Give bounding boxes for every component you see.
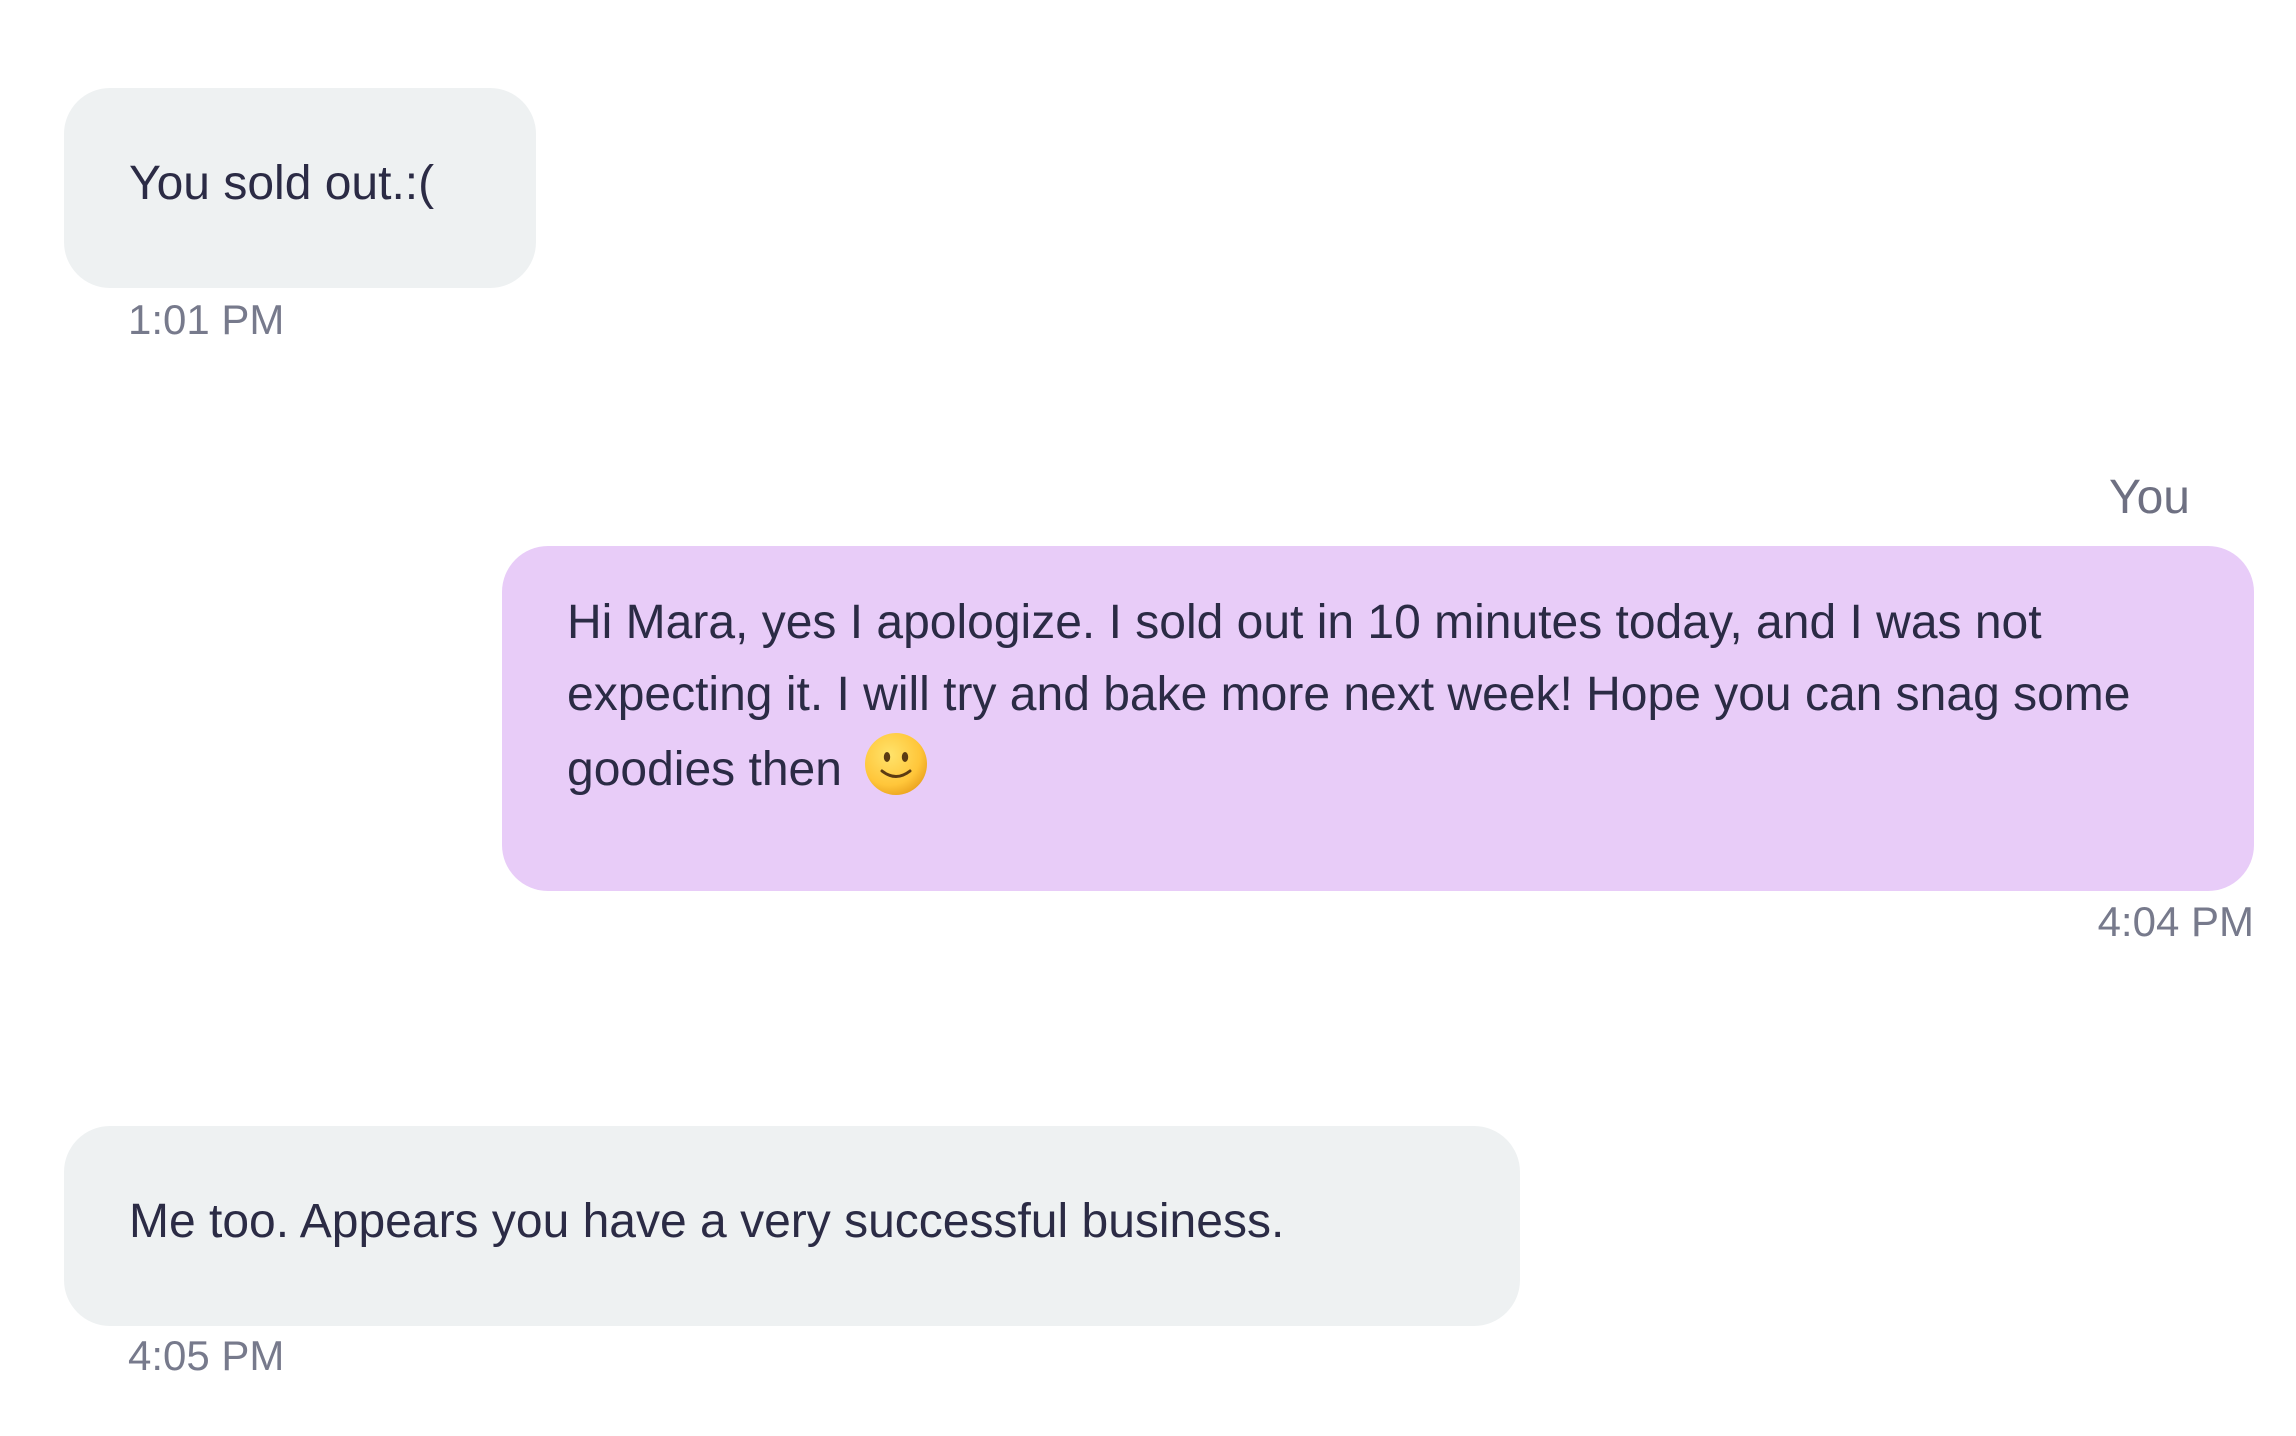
message-timestamp: 4:05 PM [128,1332,285,1379]
incoming-message-bubble[interactable]: You sold out.:( [64,88,536,288]
slightly-smiling-face-icon [863,731,929,818]
message-text: Hi Mara, yes I apologize. I sold out in … [567,596,2131,796]
outgoing-message-bubble[interactable]: Hi Mara, yes I apologize. I sold out in … [502,546,2254,891]
incoming-message-bubble[interactable]: Me too. Appears you have a very successf… [64,1126,1520,1326]
sender-label: You [2109,471,2190,524]
message-timestamp: 1:01 PM [128,296,285,343]
message-text: Me too. Appears you have a very successf… [129,1195,1285,1248]
message-text: You sold out.:( [129,157,435,210]
message-timestamp: 4:04 PM [2097,898,2254,945]
